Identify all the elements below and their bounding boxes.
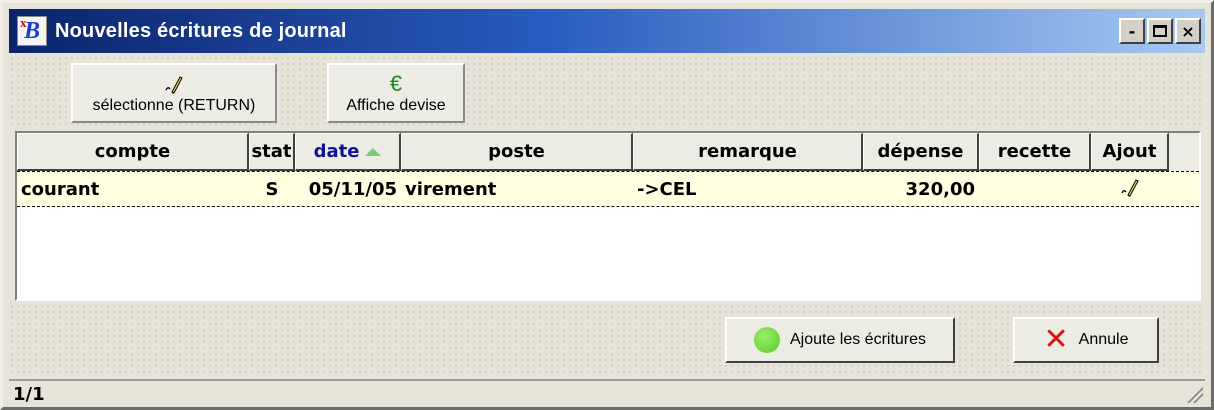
maximize-button[interactable] xyxy=(1147,18,1173,44)
euro-icon: € xyxy=(389,71,403,96)
select-button[interactable]: sélectionne (RETURN) xyxy=(71,63,277,123)
cell-compte[interactable]: courant xyxy=(17,172,249,206)
cell-date[interactable]: 05/11/05 xyxy=(295,172,401,206)
header-recette[interactable]: recette xyxy=(979,133,1091,171)
page-counter: 1/1 xyxy=(13,383,45,405)
cancel-label: Annule xyxy=(1078,331,1129,348)
pencil-icon[interactable] xyxy=(1119,176,1141,203)
header-compte[interactable]: compte xyxy=(17,133,249,171)
window-controls: - × xyxy=(1119,18,1201,44)
action-panel: Ajoute les écritures ✕ Annule xyxy=(9,303,1205,377)
entries-table: compte stat date poste remarque dépense … xyxy=(15,131,1201,301)
window-title: Nouvelles écritures de journal xyxy=(55,19,347,42)
close-button[interactable]: × xyxy=(1175,18,1201,44)
select-button-label: sélectionne (RETURN) xyxy=(92,97,256,114)
header-poste[interactable]: poste xyxy=(401,133,633,171)
header-remarque[interactable]: remarque xyxy=(633,133,863,171)
show-currency-label: Affiche devise xyxy=(346,97,446,114)
header-stat[interactable]: stat xyxy=(249,133,295,171)
sort-ascending-icon xyxy=(365,147,382,156)
show-currency-button[interactable]: € Affiche devise xyxy=(327,63,465,123)
cancel-button[interactable]: ✕ Annule xyxy=(1013,317,1159,363)
cell-poste[interactable]: virement xyxy=(401,172,633,206)
cell-depense[interactable]: 320,00 xyxy=(863,172,979,206)
cell-remarque[interactable]: ->CEL xyxy=(633,172,863,206)
journal-window: xB Nouvelles écritures de journal - × sé… xyxy=(0,0,1214,410)
cell-stat[interactable]: S xyxy=(249,172,295,206)
red-x-icon: ✕ xyxy=(1043,322,1069,357)
app-xb-icon[interactable]: xB xyxy=(17,15,47,46)
toolbar: sélectionne (RETURN) € Affiche devise xyxy=(9,55,1205,127)
maximize-icon xyxy=(1153,25,1167,37)
header-depense[interactable]: dépense xyxy=(863,133,979,171)
minimize-button[interactable]: - xyxy=(1119,18,1145,44)
status-bar: 1/1 xyxy=(9,379,1205,407)
add-entries-button[interactable]: Ajoute les écritures xyxy=(725,317,955,363)
table-row[interactable]: courant S 05/11/05 virement ->CEL 320,00 xyxy=(17,171,1199,207)
title-bar[interactable]: xB Nouvelles écritures de journal - × xyxy=(9,9,1205,53)
green-circle-icon xyxy=(753,327,780,353)
pencil-icon xyxy=(163,71,185,97)
cell-recette[interactable] xyxy=(979,172,1091,206)
header-ajout[interactable]: Ajout xyxy=(1091,133,1169,171)
table-header: compte stat date poste remarque dépense … xyxy=(17,133,1199,171)
resize-grip-icon[interactable] xyxy=(1185,385,1203,403)
header-date-label: date xyxy=(313,141,360,162)
header-date[interactable]: date xyxy=(295,133,401,171)
cell-ajout[interactable] xyxy=(1091,172,1169,206)
add-entries-label: Ajoute les écritures xyxy=(789,331,927,348)
